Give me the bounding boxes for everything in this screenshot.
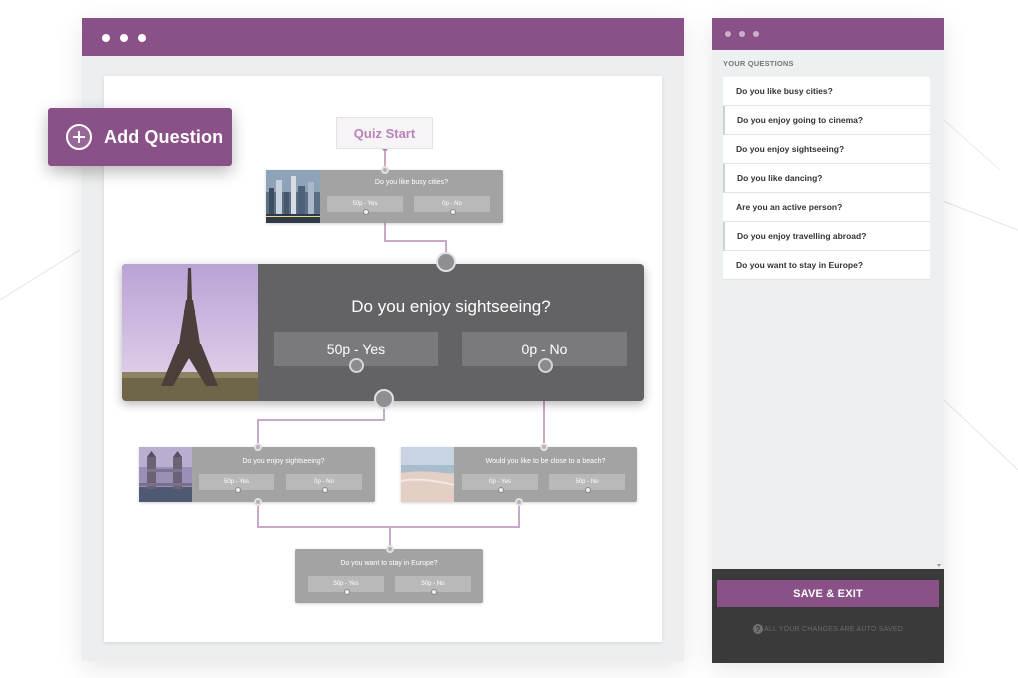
node-output-port[interactable] — [254, 498, 262, 506]
questions-panel: YOUR QUESTIONS Do you like busy cities? … — [712, 18, 944, 663]
node-output-port[interactable] — [515, 498, 523, 506]
question-node-beach[interactable]: Would you like to be close to a beach? 0… — [401, 447, 637, 502]
answer-port[interactable] — [537, 358, 553, 373]
answer-yes[interactable]: 50p - Yes — [327, 196, 403, 215]
answer-no[interactable]: 0p - No — [414, 196, 490, 215]
question-text: Would you like to be close to a beach? — [485, 458, 606, 465]
answer-port[interactable] — [585, 487, 591, 493]
answer-yes[interactable]: 50p - Yes — [274, 332, 438, 373]
city-thumbnail — [266, 170, 320, 223]
list-item[interactable]: Do you enjoy sightseeing? — [723, 135, 930, 164]
question-text: Do you enjoy sightseeing? — [242, 458, 325, 465]
answer-no[interactable]: 0p - No — [286, 474, 362, 493]
scroll-down-icon[interactable] — [937, 564, 941, 567]
scrollbar[interactable] — [939, 52, 942, 564]
question-node-busy-cities[interactable]: Do you like busy cities? 50p - Yes 0p - … — [266, 170, 503, 223]
question-node-sightseeing[interactable]: Do you enjoy sightseeing? 50p - Yes 0p -… — [139, 447, 375, 502]
answer-port[interactable] — [450, 209, 456, 215]
answer-label: 50p - No — [421, 581, 445, 587]
quiz-start-node[interactable]: Quiz Start — [336, 117, 433, 149]
answer-no[interactable]: 50p - No — [395, 576, 471, 595]
answer-label: 50p - Yes — [223, 479, 250, 485]
list-item[interactable]: Do you like busy cities? — [723, 77, 930, 106]
question-text: Do you like busy cities? — [374, 179, 449, 186]
node-input-port[interactable] — [381, 166, 389, 174]
window-dot-icon — [725, 31, 731, 37]
answer-label: 0p - Yes — [489, 479, 511, 485]
answer-port[interactable] — [234, 487, 241, 493]
autosave-note: ? ALL YOUR CHANGES ARE AUTO SAVED — [712, 624, 944, 634]
answer-port[interactable] — [363, 209, 369, 215]
beach-thumbnail — [401, 447, 454, 502]
plus-circle-icon — [66, 124, 92, 150]
list-item[interactable]: Do you enjoy going to cinema? — [723, 106, 930, 135]
answer-port[interactable] — [344, 589, 350, 595]
node-input-port[interactable] — [254, 443, 262, 451]
add-question-button[interactable]: Add Question — [48, 108, 232, 166]
answer-port[interactable] — [322, 487, 328, 493]
add-question-label: Add Question — [104, 126, 224, 147]
window-dot-icon — [753, 31, 759, 37]
window-dot-icon — [739, 31, 745, 37]
answer-label: 50p - Yes — [326, 341, 386, 357]
questions-list: Do you like busy cities? Do you enjoy go… — [723, 77, 930, 280]
node-input-port[interactable] — [540, 443, 548, 451]
list-item[interactable]: Do you like dancing? — [723, 164, 930, 193]
answer-no[interactable]: 50p - No — [549, 474, 625, 493]
panel-footer: SAVE & EXIT ? ALL YOUR CHANGES ARE AUTO … — [712, 569, 944, 663]
answer-label: 50p - No — [575, 479, 599, 485]
question-circle-icon[interactable]: ? — [753, 624, 763, 634]
tower-bridge-thumbnail — [139, 447, 192, 502]
list-item[interactable]: Are you an active person? — [723, 193, 930, 222]
answer-label: 0p - No — [442, 201, 462, 207]
answer-port[interactable] — [431, 589, 437, 595]
question-node-europe[interactable]: Do you want to stay in Europe? 50p - Yes… — [295, 549, 483, 603]
list-item[interactable]: Do you want to stay in Europe? — [723, 251, 930, 280]
question-node-sightseeing-selected[interactable]: Do you enjoy sightseeing? 50p - Yes 0p -… — [122, 264, 644, 401]
answer-no[interactable]: 0p - No — [462, 332, 627, 373]
question-text: Do you want to stay in Europe? — [340, 560, 438, 567]
answer-label: 0p - No — [314, 479, 334, 485]
node-input-port[interactable] — [386, 545, 394, 553]
autosave-text: ALL YOUR CHANGES ARE AUTO SAVED — [764, 625, 903, 633]
save-exit-button[interactable]: SAVE & EXIT — [717, 580, 939, 607]
node-input-port[interactable] — [436, 252, 456, 272]
answer-port[interactable] — [349, 358, 364, 373]
panel-title-bar — [712, 18, 944, 50]
eiffel-tower-thumbnail — [122, 264, 258, 401]
node-output-port[interactable] — [374, 389, 394, 409]
questions-heading: YOUR QUESTIONS — [723, 59, 794, 68]
list-item[interactable]: Do you enjoy travelling abroad? — [723, 222, 930, 251]
window-dots — [725, 31, 759, 37]
answer-yes[interactable]: 50p - Yes — [308, 576, 384, 595]
question-text: Do you enjoy sightseeing? — [351, 297, 551, 316]
answer-port[interactable] — [498, 487, 504, 493]
answer-yes[interactable]: 50p - Yes — [199, 474, 274, 493]
answer-label: 50p - Yes — [352, 201, 378, 207]
answer-label: 50p - Yes — [333, 581, 359, 587]
answer-yes[interactable]: 0p - Yes — [462, 474, 538, 493]
answer-label: 0p - No — [521, 341, 568, 357]
